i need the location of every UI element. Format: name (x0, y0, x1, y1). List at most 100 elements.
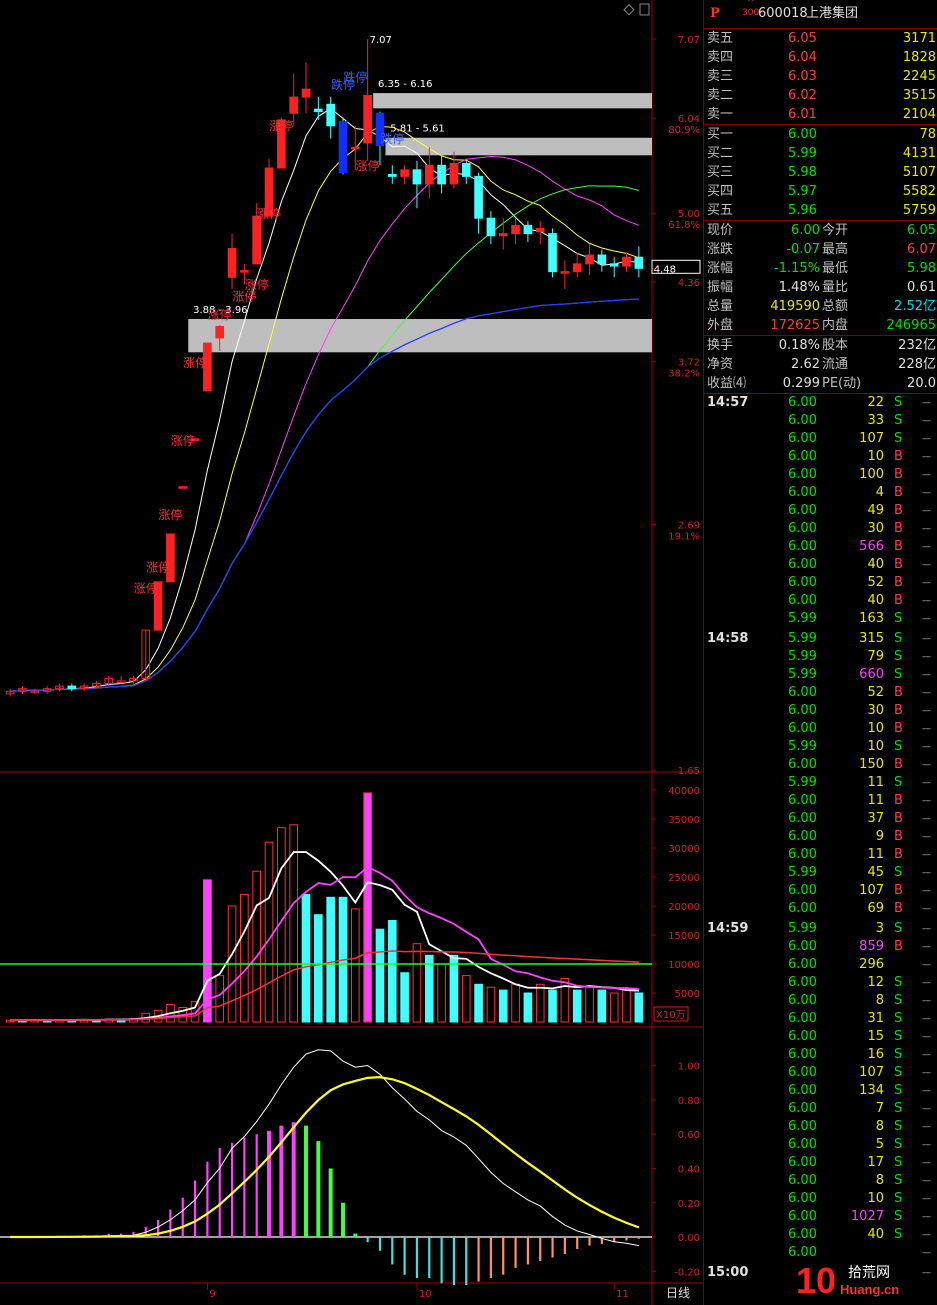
ask-price: 6.04 (788, 50, 817, 65)
tick-row[interactable]: 6.00 49 B — (704, 502, 937, 520)
tick-price: 6.00 (788, 449, 817, 464)
ask-book: 卖五 6.05 3171 卖四 6.04 1828 卖三 6.03 2245 卖二 6.02 3515… (704, 29, 937, 125)
tick-price: 5.99 (788, 739, 817, 754)
tick-row[interactable]: 6.00 17 S — (704, 1154, 937, 1172)
tick-dash: — (922, 996, 931, 1006)
tick-row[interactable]: 5.99 660 S — (704, 666, 937, 684)
macd-hist-bar (340, 1202, 345, 1238)
tick-volume: 8 (875, 993, 884, 1008)
tick-row[interactable]: 6.00 8 S — (704, 1118, 937, 1136)
tick-volume: 30 (867, 521, 884, 536)
tick-row[interactable]: 6.00 296 — (704, 956, 937, 974)
tick-row[interactable]: 5.99 79 S — (704, 648, 937, 666)
tick-volume: 107 (859, 1065, 884, 1080)
tick-row[interactable]: 6.00 566 B — (704, 538, 937, 556)
tick-row[interactable]: 6.00 8 S — (704, 992, 937, 1010)
tick-row[interactable]: 6.00 107 B — (704, 882, 937, 900)
tick-row[interactable]: 5.99 10 S — (704, 738, 937, 756)
tick-row[interactable]: 6.00 30 B — (704, 702, 937, 720)
tick-row[interactable]: 6.00 69 B — (704, 900, 937, 918)
tick-side: B (894, 521, 903, 536)
candle-body (240, 270, 249, 273)
tick-price: 6.00 (788, 957, 817, 972)
tick-dash: — (922, 742, 931, 752)
candle (116, 675, 126, 684)
candle-body (474, 175, 483, 219)
tick-row[interactable]: 6.00 859 B — (704, 938, 937, 956)
candle (55, 683, 64, 692)
tick-row[interactable]: 6.00 7 S — (704, 1100, 937, 1118)
tick-list[interactable]: 14:57 6.00 22 S —6.00 33 S —6.00 107 S —6.00 10 B —6.… (704, 394, 937, 1282)
tick-side: S (894, 1101, 903, 1116)
tick-dash: — (922, 1050, 931, 1060)
tick-volume: 296 (859, 957, 884, 972)
tick-side: S (894, 1191, 903, 1206)
macd-hist-bar (181, 1197, 184, 1238)
tick-row[interactable]: 14:57 6.00 22 S — (704, 394, 937, 412)
tick-volume: 49 (867, 503, 884, 518)
tick-row[interactable]: 6.00 134 S — (704, 1082, 937, 1100)
tick-row[interactable]: 5.99 11 S — (704, 774, 937, 792)
tick-volume: 566 (859, 539, 884, 554)
volume-bar (424, 954, 434, 1023)
tick-row[interactable]: 6.00 10 B — (704, 720, 937, 738)
tick-row[interactable]: 6.00 100 B — (704, 466, 937, 484)
tick-row[interactable]: 6.00 52 B — (704, 684, 937, 702)
volume-bar (412, 943, 422, 1023)
bid-label: 买二 (707, 146, 734, 161)
tick-dash: — (922, 1068, 931, 1078)
quote-label: 内盘 (822, 318, 849, 333)
tick-row[interactable]: 5.99 163 S — (704, 610, 937, 628)
fund-label: PE(动) (822, 376, 862, 391)
macd-tick-label: 1.00 (678, 1062, 700, 1073)
tick-row[interactable]: 6.00 30 B — (704, 520, 937, 538)
kline-chart[interactable]: 6.35 - 6.165.81 - 5.613.88 - 3.96涨停涨停涨停涨… (0, 0, 703, 1305)
tick-row[interactable]: 6.00 11 B — (704, 792, 937, 810)
volume-bar (572, 989, 582, 1023)
tick-row[interactable]: 14:58 5.99 315 S — (704, 630, 937, 648)
macd-tick-label: 0.80 (678, 1096, 700, 1107)
tick-row[interactable]: 6.00 12 S — (704, 974, 937, 992)
tick-row[interactable]: 6.00 52 B — (704, 574, 937, 592)
tick-row[interactable]: 6.00 16 S — (704, 1046, 937, 1064)
tick-row[interactable]: 6.00 10 B — (704, 448, 937, 466)
tick-price: 6.00 (788, 685, 817, 700)
tick-price: 6.00 (788, 413, 817, 428)
tick-row[interactable]: 6.00 40 S — (704, 1226, 937, 1244)
quote-value: 2.52亿 (894, 299, 936, 314)
macd-dif-line (10, 1049, 639, 1247)
tick-volume: 660 (859, 667, 884, 682)
tick-row[interactable]: 5.99 45 S — (704, 864, 937, 882)
limit-annotation: 涨停 (158, 507, 182, 522)
tick-row[interactable]: 14:59 5.99 3 S — (704, 920, 937, 938)
fund-row: 换手 0.18% 股本 232亿 (704, 336, 937, 355)
tick-row[interactable]: 6.00 107 S — (704, 1064, 937, 1082)
tick-time: 14:58 (707, 631, 749, 646)
tick-row[interactable]: 6.00 8 S — (704, 1172, 937, 1190)
tick-row[interactable]: 6.00 40 B — (704, 556, 937, 574)
tick-row[interactable]: 6.00 9 B — (704, 828, 937, 846)
fund-value: 0.18% (778, 338, 820, 353)
tick-row[interactable]: 6.00 15 S — (704, 1028, 937, 1046)
tick-row[interactable]: 6.00 40 B — (704, 592, 937, 610)
tick-dash: — (922, 778, 931, 788)
tick-row[interactable]: 6.00 33 S — (704, 412, 937, 430)
tick-volume: 37 (867, 811, 884, 826)
tick-row[interactable]: 6.00 1027 S — (704, 1208, 937, 1226)
tick-row[interactable]: 6.00 37 B — (704, 810, 937, 828)
tick-row[interactable]: 6.00 150 B — (704, 756, 937, 774)
tick-row[interactable]: 6.00 4 B — (704, 484, 937, 502)
tick-volume: 22 (867, 395, 884, 410)
tick-row[interactable]: 6.00 31 S — (704, 1010, 937, 1028)
tick-price: 6.00 (788, 1191, 817, 1206)
tick-row[interactable]: 6.00 5 S — (704, 1136, 937, 1154)
candle-body (486, 217, 496, 237)
ask-row: 卖二 6.02 3515 (704, 86, 937, 105)
bid-label: 买五 (707, 203, 734, 218)
tick-side: S (894, 1173, 903, 1188)
tick-row[interactable]: 6.00 11 B — (704, 846, 937, 864)
tick-row[interactable]: 6.00 107 S — (704, 430, 937, 448)
tick-row[interactable]: 6.00 10 S — (704, 1190, 937, 1208)
fund-row: 净资 2.62 流通 228亿 (704, 355, 937, 374)
macd-hist-bar (391, 1237, 394, 1265)
